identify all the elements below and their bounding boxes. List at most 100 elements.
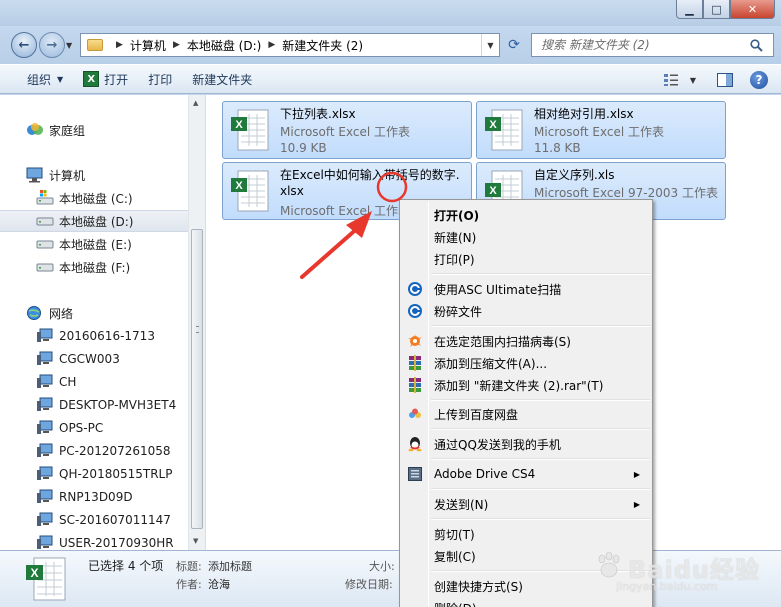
scroll-down-icon[interactable]: ▼ bbox=[193, 537, 198, 545]
title-value[interactable]: 添加标题 bbox=[208, 558, 252, 574]
print-button[interactable]: 打印 bbox=[138, 67, 182, 91]
search-box[interactable] bbox=[531, 33, 774, 57]
menu-separator bbox=[431, 518, 650, 520]
author-label: 作者: bbox=[176, 578, 202, 591]
menu-new[interactable]: 新建(N) bbox=[402, 226, 650, 248]
chevron-right-icon[interactable]: ▶ bbox=[268, 40, 275, 50]
sidebar-item-computer[interactable]: 计算机 bbox=[0, 164, 188, 186]
network-icon bbox=[26, 305, 44, 321]
menu-separator bbox=[431, 273, 650, 275]
recent-pages-dropdown-icon[interactable]: ▼ bbox=[66, 41, 72, 50]
sidebar-item-drive-e[interactable]: 本地磁盘 (E:) bbox=[0, 233, 188, 255]
menu-open[interactable]: 打开(O) bbox=[402, 204, 650, 226]
file-item[interactable]: X 相对绝对引用.xlsx Microsoft Excel 工作表 11.8 K… bbox=[476, 101, 726, 159]
menu-upload-baidu[interactable]: 上传到百度网盘 bbox=[402, 403, 650, 425]
scroll-up-icon[interactable]: ▲ bbox=[193, 99, 198, 107]
view-dropdown-icon[interactable]: ▼ bbox=[685, 68, 701, 92]
breadcrumb-drive-d[interactable]: 本地磁盘 (D:) bbox=[187, 37, 261, 54]
sidebar-item-network-computer[interactable]: QH-20180515TRLP bbox=[0, 463, 188, 485]
sidebar-item-network-computer[interactable]: CH bbox=[0, 371, 188, 393]
scrollbar-thumb[interactable] bbox=[191, 229, 203, 529]
avast-icon bbox=[408, 334, 422, 347]
sidebar-item-network-computer[interactable]: DESKTOP-MVH3ET4 bbox=[0, 394, 188, 416]
address-bar[interactable]: ▶ 计算机 ▶ 本地磁盘 (D:) ▶ 新建文件夹 (2) ▼ bbox=[80, 33, 500, 57]
sidebar-item-network-computer[interactable]: 20160616-1713 bbox=[0, 325, 188, 347]
svg-text:X: X bbox=[489, 185, 497, 197]
menu-cut[interactable]: 剪切(T) bbox=[402, 523, 650, 545]
breadcrumb-computer[interactable]: 计算机 bbox=[130, 37, 166, 54]
asc-menu-icon bbox=[402, 300, 428, 322]
menu-asc-scan[interactable]: 使用ASC Ultimate扫描 bbox=[402, 278, 650, 300]
sidebar-item-homegroup[interactable]: 家庭组 bbox=[0, 119, 188, 141]
sidebar-item-network-computer[interactable]: PC-201207261058 bbox=[0, 440, 188, 462]
search-input[interactable] bbox=[541, 38, 746, 52]
menu-send-qq[interactable]: 通过QQ发送到我的手机 bbox=[402, 433, 650, 455]
menu-print[interactable]: 打印(P) bbox=[402, 248, 650, 270]
menu-label: 添加到压缩文件(A)... bbox=[434, 356, 548, 371]
help-button[interactable]: ? bbox=[745, 68, 773, 92]
menu-shred[interactable]: 粉碎文件 bbox=[402, 300, 650, 322]
baidu-watermark: Baidu经验 jingyan.baidu.com bbox=[592, 548, 772, 603]
refresh-icon: ⟳ bbox=[508, 37, 520, 53]
minimize-button[interactable]: ▁ bbox=[676, 0, 703, 19]
close-button[interactable]: ✕ bbox=[730, 0, 775, 19]
open-label: 打开 bbox=[104, 72, 129, 87]
sidebar-item-network-computer[interactable]: RNP13D09D bbox=[0, 486, 188, 508]
sidebar-item-drive-d[interactable]: 本地磁盘 (D:) bbox=[0, 210, 188, 232]
network-computer-icon bbox=[36, 466, 54, 482]
organize-button[interactable]: 组织 ▼ bbox=[17, 67, 73, 91]
change-view-button[interactable] bbox=[657, 68, 685, 92]
open-button[interactable]: X 打开 bbox=[73, 67, 138, 91]
menu-label: 通过QQ发送到我的手机 bbox=[434, 437, 561, 452]
sidebar-label: 20160616-1713 bbox=[59, 329, 155, 343]
qq-menu-icon bbox=[402, 433, 428, 455]
maximize-button[interactable]: □ bbox=[703, 0, 730, 19]
sidebar-item-network-computer[interactable]: OPS-PC bbox=[0, 417, 188, 439]
menu-label: 创建快捷方式(S) bbox=[434, 579, 523, 594]
drive-icon bbox=[36, 259, 54, 275]
homegroup-icon bbox=[26, 122, 44, 138]
menu-label: Adobe Drive CS4 bbox=[434, 467, 536, 481]
menu-separator bbox=[431, 325, 650, 327]
chevron-right-icon[interactable]: ▶ bbox=[116, 40, 123, 50]
sidebar-label: 本地磁盘 (F:) bbox=[59, 260, 131, 275]
sidebar-label: RNP13D09D bbox=[59, 490, 133, 504]
sidebar-item-drive-f[interactable]: 本地磁盘 (F:) bbox=[0, 256, 188, 278]
network-computer-icon bbox=[36, 512, 54, 528]
menu-icon-slot bbox=[402, 597, 428, 607]
sidebar-item-network-computer[interactable]: CGCW003 bbox=[0, 348, 188, 370]
back-button[interactable]: ← bbox=[11, 32, 37, 58]
file-name: 自定义序列.xls bbox=[534, 168, 615, 182]
network-computer-icon bbox=[36, 489, 54, 505]
submenu-arrow-icon: ▶ bbox=[633, 499, 640, 509]
sidebar-scrollbar[interactable]: ▲ ▼ bbox=[188, 95, 205, 550]
menu-add-to-rar[interactable]: 添加到 "新建文件夹 (2).rar"(T) bbox=[402, 374, 650, 396]
svg-text:X: X bbox=[30, 566, 38, 580]
sidebar-item-drive-c[interactable]: 本地磁盘 (C:) bbox=[0, 187, 188, 209]
organize-label: 组织 bbox=[27, 72, 52, 87]
new-folder-button[interactable]: 新建文件夹 bbox=[182, 67, 262, 91]
author-value[interactable]: 沧海 bbox=[208, 576, 230, 592]
folder-icon bbox=[87, 39, 103, 51]
menu-label: 上传到百度网盘 bbox=[434, 407, 519, 422]
preview-pane-button[interactable] bbox=[711, 68, 739, 92]
forward-button[interactable]: → bbox=[39, 32, 65, 58]
address-dropdown-icon[interactable]: ▼ bbox=[481, 34, 499, 56]
refresh-button[interactable]: ⟳ bbox=[503, 35, 525, 55]
menu-send-to[interactable]: 发送到(N) ▶ bbox=[402, 493, 650, 515]
sidebar-item-network-computer[interactable]: SC-201607011147 bbox=[0, 509, 188, 531]
sidebar-item-network[interactable]: 网络 bbox=[0, 302, 188, 324]
sidebar-label: USER-20170930HR bbox=[59, 536, 174, 550]
excel-icon: X bbox=[83, 71, 100, 87]
file-name-line1: 在Excel中如何输入带括号的数字. bbox=[280, 168, 460, 182]
menu-scan-virus[interactable]: 在选定范围内扫描病毒(S) bbox=[402, 330, 650, 352]
menu-icon-slot bbox=[402, 493, 428, 515]
file-item[interactable]: X 下拉列表.xlsx Microsoft Excel 工作表 10.9 KB bbox=[222, 101, 472, 159]
menu-add-archive[interactable]: 添加到压缩文件(A)... bbox=[402, 352, 650, 374]
chevron-right-icon[interactable]: ▶ bbox=[173, 40, 180, 50]
search-icon[interactable] bbox=[746, 38, 766, 52]
file-type: Microsoft Excel 工作表 bbox=[534, 125, 665, 139]
menu-adobe-drive[interactable]: Adobe Drive CS4 ▶ bbox=[402, 463, 650, 485]
breadcrumb-folder[interactable]: 新建文件夹 (2) bbox=[282, 37, 363, 54]
sidebar-label: CH bbox=[59, 375, 77, 389]
